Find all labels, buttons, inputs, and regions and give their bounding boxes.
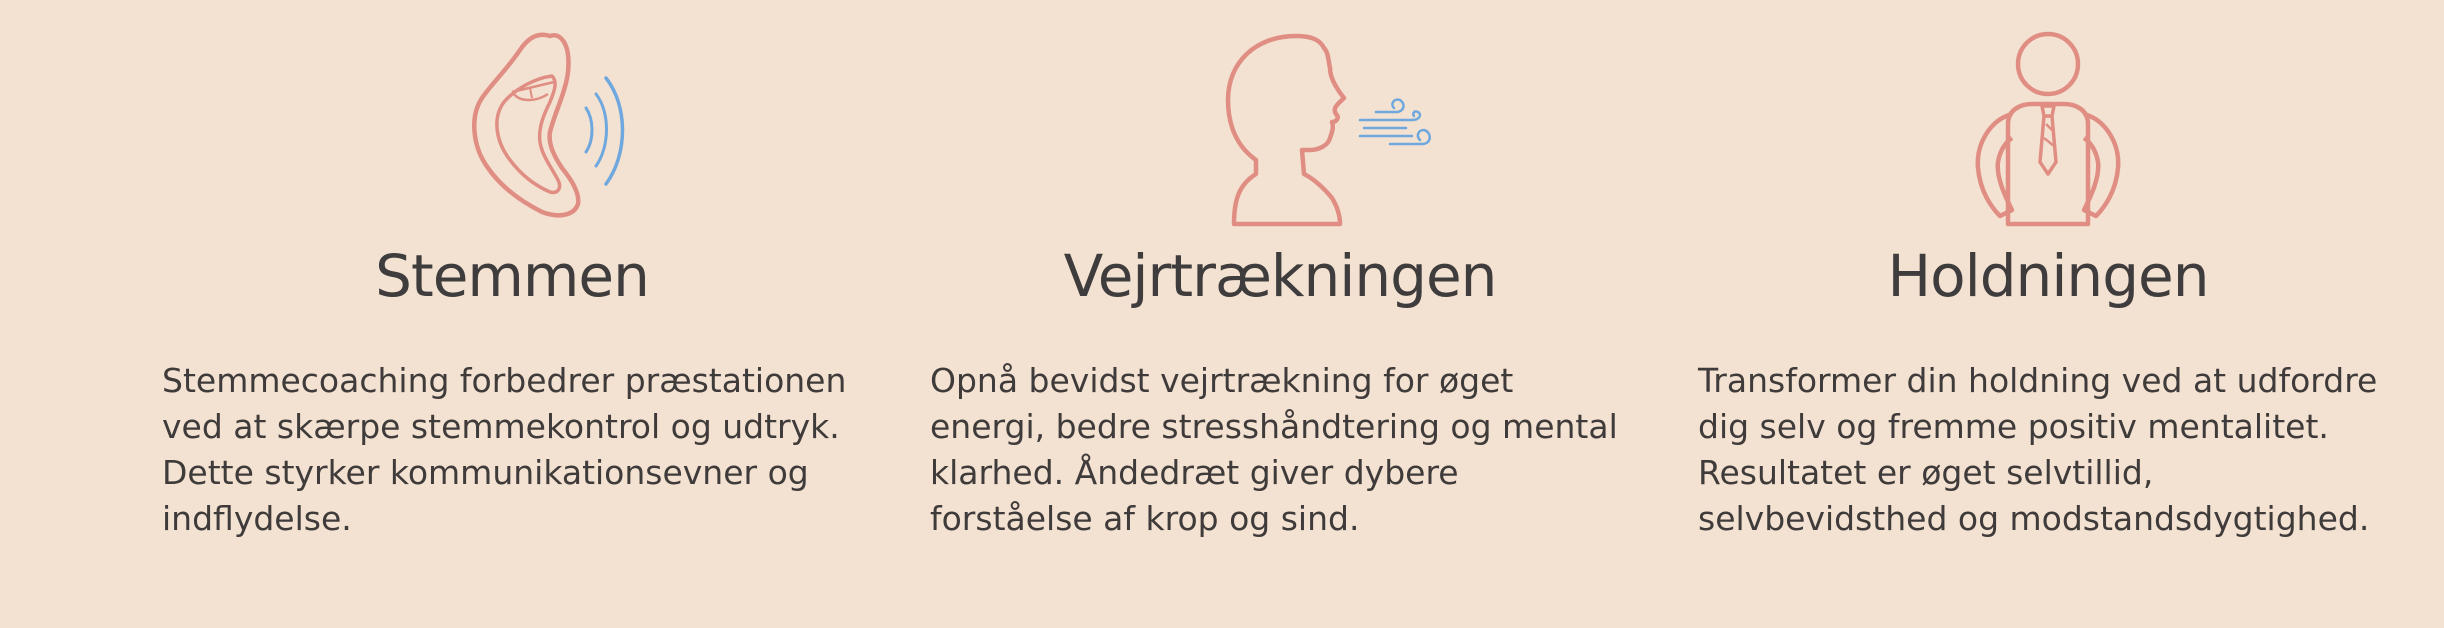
person-posture-icon [1698, 28, 2398, 230]
feature-description: Opnå bevidst vejrtrækning for øget energ… [930, 361, 1618, 538]
feature-title: Holdningen [1887, 242, 2210, 310]
feature-breathing: Vejrtrækningen Opnå bevidst vejrtrækning… [930, 0, 1630, 628]
head-breathing-icon [930, 28, 1630, 230]
feature-title: Vejrtrækningen [1063, 242, 1498, 310]
feature-description: Transformer din holdning ved at udfordre… [1698, 361, 2378, 538]
feature-title: Stemmen [375, 242, 650, 310]
feature-posture: Holdningen Transformer din holdning ved … [1698, 0, 2398, 628]
feature-voice: Stemmen Stemmecoaching forbedrer præstat… [162, 0, 862, 628]
mouth-sound-icon [162, 28, 862, 230]
feature-description: Stemmecoaching forbedrer præstationen ve… [162, 361, 847, 538]
